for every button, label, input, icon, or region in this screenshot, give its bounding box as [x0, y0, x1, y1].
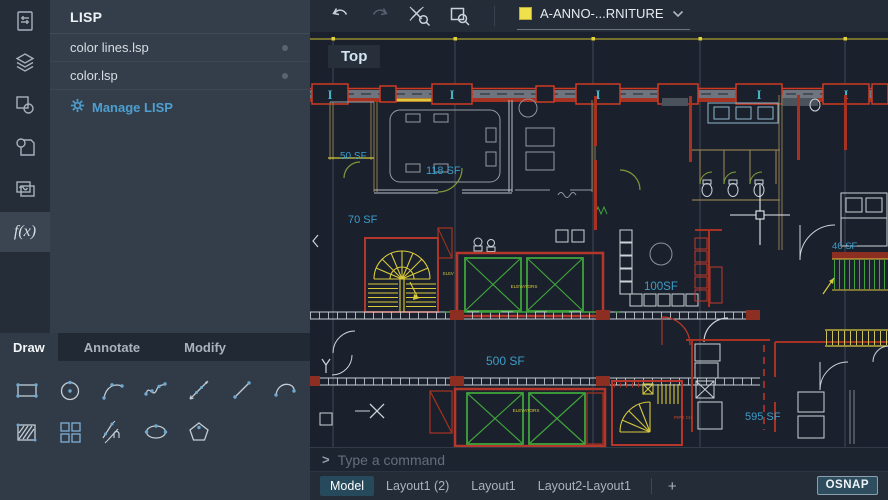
core-room: [620, 230, 722, 307]
sidebar-item-attachments[interactable]: [0, 130, 50, 168]
arc-tool-icon[interactable]: [92, 373, 135, 407]
attachment-icon: [13, 135, 37, 164]
elev-label: ELEV: [443, 271, 454, 276]
lisp-file-name: color.lsp: [70, 68, 118, 83]
tab-layout1[interactable]: Layout1: [461, 476, 525, 496]
room-area-label: 595 SF: [745, 411, 781, 423]
zoom-window-button[interactable]: [448, 4, 472, 28]
right-stair-horizontal: [825, 330, 888, 362]
blocks-icon: [13, 93, 37, 122]
manage-lisp-label: Manage LISP: [92, 100, 173, 115]
panel-title: LISP: [50, 0, 310, 33]
room-area-label: 70 SF: [348, 214, 378, 226]
construction-line-tool-icon[interactable]: [177, 373, 220, 407]
arc-continue-tool-icon[interactable]: [263, 373, 306, 407]
spline-tool-icon[interactable]: [135, 373, 178, 407]
top-wall-band: III II: [310, 84, 888, 106]
lisp-panel: LISP color lines.lsp color.lsp Manage LI…: [50, 0, 310, 333]
right-lower-rooms: [775, 252, 888, 444]
main-area: A-ANNO-...RNITURE: [310, 0, 888, 500]
sidebar-item-lisp[interactable]: f(x): [0, 212, 50, 252]
zoom-to-object-button[interactable]: [408, 4, 432, 28]
lisp-file-item[interactable]: color lines.lsp: [50, 34, 310, 62]
layout-tabs-bar: Model Layout1 (2) Layout1 Layout2-Layout…: [310, 471, 888, 500]
tan-walls: [779, 95, 782, 250]
image-icon: [13, 177, 37, 206]
red-walls: [594, 95, 847, 230]
tool-tabs: Draw Annotate Modify: [0, 333, 310, 361]
upper-elevators: [438, 228, 603, 316]
line-tool-icon[interactable]: [220, 373, 263, 407]
datum-line: [310, 37, 888, 41]
tab-annotate[interactable]: Annotate: [70, 333, 154, 361]
lisp-fx-icon: f(x): [14, 223, 36, 241]
polygon-tool-icon[interactable]: [177, 415, 220, 449]
draw-tools-section: Draw Annotate Modify: [0, 333, 310, 500]
view-cube-top[interactable]: Top: [328, 45, 380, 68]
tab-draw[interactable]: Draw: [0, 333, 58, 361]
rectangle-tool-icon[interactable]: [6, 373, 49, 407]
layer-color-swatch: [519, 7, 532, 20]
block-tool-icon[interactable]: [49, 415, 92, 449]
elevators-label: ELEVATORS: [511, 284, 538, 289]
measure-tool-icon[interactable]: [92, 415, 135, 449]
add-layout-button[interactable]: +: [662, 478, 683, 495]
sidebar-item-properties[interactable]: [0, 4, 50, 42]
drawing-canvas[interactable]: III II: [310, 32, 888, 447]
lisp-file-item[interactable]: color.lsp: [50, 62, 310, 90]
circle-tool-icon[interactable]: [49, 373, 92, 407]
spiral-stair: [612, 381, 682, 445]
layout-tabs-divider: [651, 478, 652, 494]
hatch-tool-icon[interactable]: [6, 415, 49, 449]
layers-icon: [13, 51, 37, 80]
sidebar: f(x) LISP color lines.lsp color.lsp Mana…: [0, 0, 310, 500]
tool-grid: [0, 361, 310, 500]
restrooms: [692, 99, 820, 200]
pipe-label: PIPE CH: [674, 415, 692, 420]
svg-text:I: I: [756, 87, 761, 102]
crosshair-cursor: [730, 185, 790, 245]
room-area-label: 46 SF: [832, 241, 858, 252]
bottom-left-misc: [313, 235, 384, 425]
sidebar-item-layers[interactable]: [0, 46, 50, 84]
app-window: f(x) LISP color lines.lsp color.lsp Mana…: [0, 0, 888, 500]
elevators-label: ELEVATORS: [513, 408, 540, 413]
lower-elevators: [430, 389, 605, 446]
layer-name: A-ANNO-...RNITURE: [540, 6, 664, 21]
lisp-item-status-dot[interactable]: [282, 45, 288, 51]
toolbar-divider: [494, 6, 495, 26]
chevron-down-icon: [672, 5, 684, 23]
tab-layout2-layout1[interactable]: Layout2-Layout1: [528, 476, 641, 496]
svg-text:I: I: [327, 87, 332, 102]
redo-button[interactable]: [368, 4, 392, 28]
room-area-label: 50 SF: [340, 151, 367, 162]
room-area-label: 500 SF: [486, 354, 525, 368]
manage-lisp-button[interactable]: Manage LISP: [50, 90, 310, 116]
gear-icon: [70, 98, 85, 116]
lisp-item-status-dot[interactable]: [282, 73, 288, 79]
right-stair-green: [823, 252, 888, 294]
sidebar-item-blocks[interactable]: [0, 88, 50, 126]
osnap-toggle[interactable]: OSNAP: [817, 476, 878, 495]
room-area-label: 100SF: [644, 281, 678, 293]
canvas-toolbar: A-ANNO-...RNITURE: [310, 0, 888, 32]
svg-text:I: I: [449, 87, 454, 102]
sidebar-item-images[interactable]: [0, 172, 50, 210]
properties-icon: [13, 9, 37, 38]
main-stair: [365, 238, 438, 312]
command-placeholder: Type a command: [338, 452, 445, 468]
ellipse-tool-icon[interactable]: [135, 415, 178, 449]
tab-model[interactable]: Model: [320, 476, 374, 496]
room-area-label: 118 SF: [426, 165, 461, 177]
command-input[interactable]: > Type a command: [310, 447, 888, 471]
lisp-file-name: color lines.lsp: [70, 40, 149, 55]
tab-layout1-2[interactable]: Layout1 (2): [376, 476, 459, 496]
drawing-viewport: III II: [310, 32, 888, 447]
command-prompt-icon: >: [322, 452, 330, 467]
tab-modify[interactable]: Modify: [170, 333, 240, 361]
sidebar-rail: f(x): [0, 0, 50, 333]
layer-dropdown[interactable]: A-ANNO-...RNITURE: [517, 3, 690, 30]
undo-button[interactable]: [328, 4, 352, 28]
